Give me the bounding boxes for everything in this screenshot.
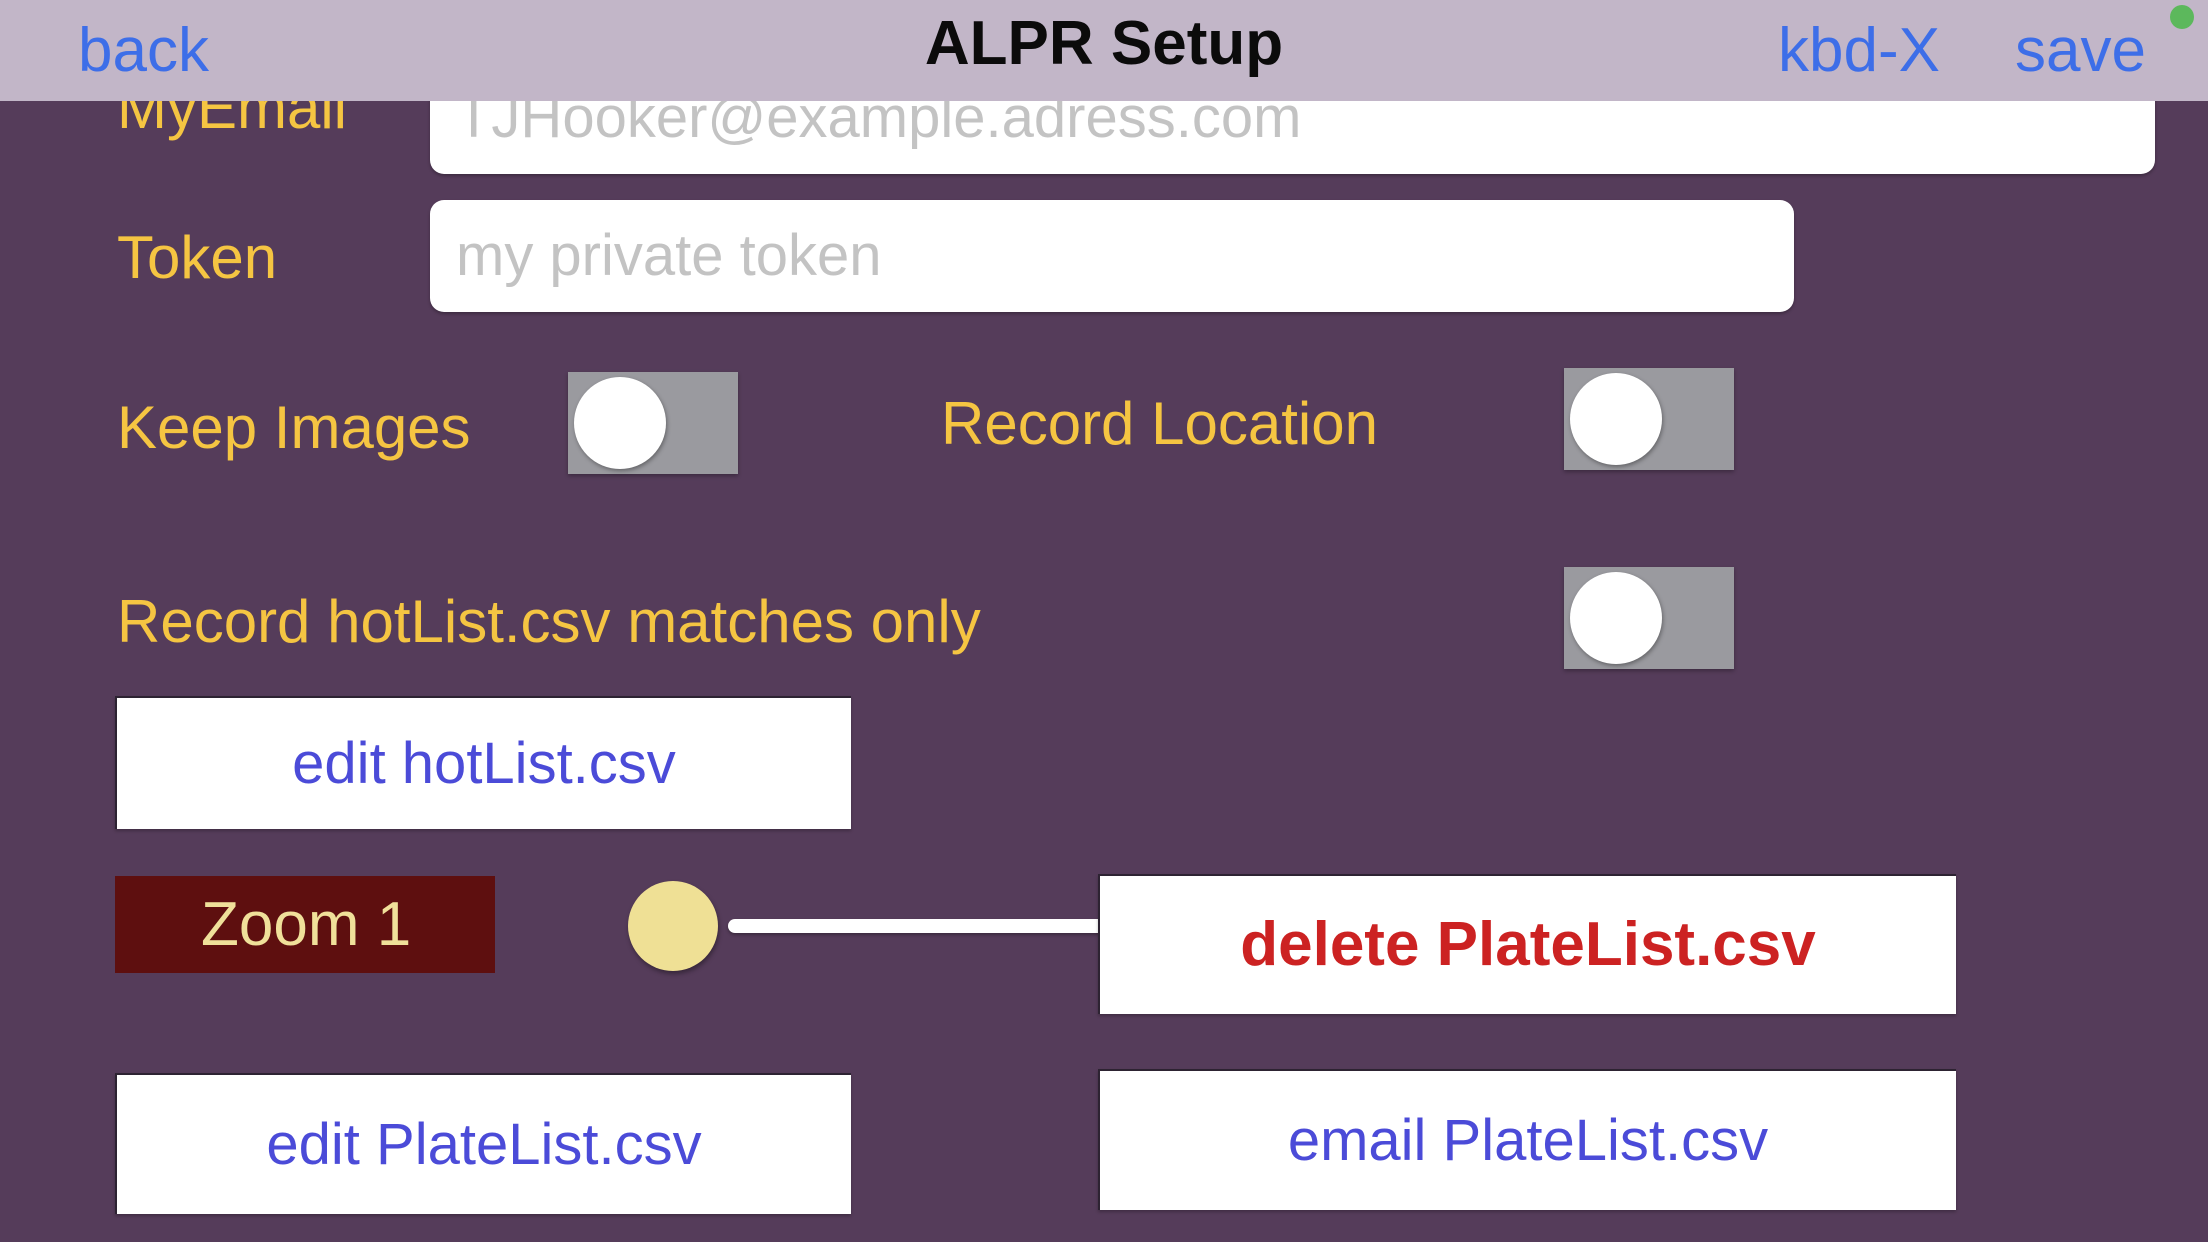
keyboard-dismiss-button[interactable]: kbd-X [1778,20,1940,82]
toggle-knob-icon [1570,572,1662,664]
zoom-level-button[interactable]: Zoom 1 [115,876,495,973]
keep-images-toggle[interactable] [568,372,738,474]
record-hotlist-matches-only-label: Record hotList.csv matches only [117,588,981,655]
email-platelist-button[interactable]: email PlateList.csv [1098,1069,1956,1210]
record-hotlist-matches-only-toggle[interactable] [1564,567,1734,669]
status-indicator-dot [2170,5,2194,29]
record-location-toggle[interactable] [1564,368,1734,470]
edit-platelist-button[interactable]: edit PlateList.csv [115,1073,851,1214]
record-location-label: Record Location [941,390,1378,457]
toggle-knob-icon [1570,373,1662,465]
edit-platelist-button-label: edit PlateList.csv [266,1111,702,1177]
token-field-label: Token [117,224,278,291]
delete-platelist-button[interactable]: delete PlateList.csv [1098,874,1956,1014]
zoom-slider-thumb[interactable] [628,881,718,971]
delete-platelist-button-label: delete PlateList.csv [1240,910,1816,979]
toggle-knob-icon [574,377,666,469]
zoom-slider[interactable] [620,876,1558,976]
save-button[interactable]: save [2015,20,2146,82]
edit-hotlist-button-label: edit hotList.csv [292,730,676,796]
alpr-setup-screen: MyEmail TJHooker@example.adress.com Toke… [0,0,2208,1242]
edit-hotlist-button[interactable]: edit hotList.csv [115,696,851,829]
token-input[interactable]: my private token [430,200,1794,312]
navigation-bar: back ALPR Setup kbd-X save [0,0,2208,101]
keep-images-label: Keep Images [117,394,471,461]
email-platelist-button-label: email PlateList.csv [1287,1107,1769,1173]
token-input-placeholder: my private token [456,223,882,288]
zoom-level-button-label: Zoom 1 [201,889,412,959]
